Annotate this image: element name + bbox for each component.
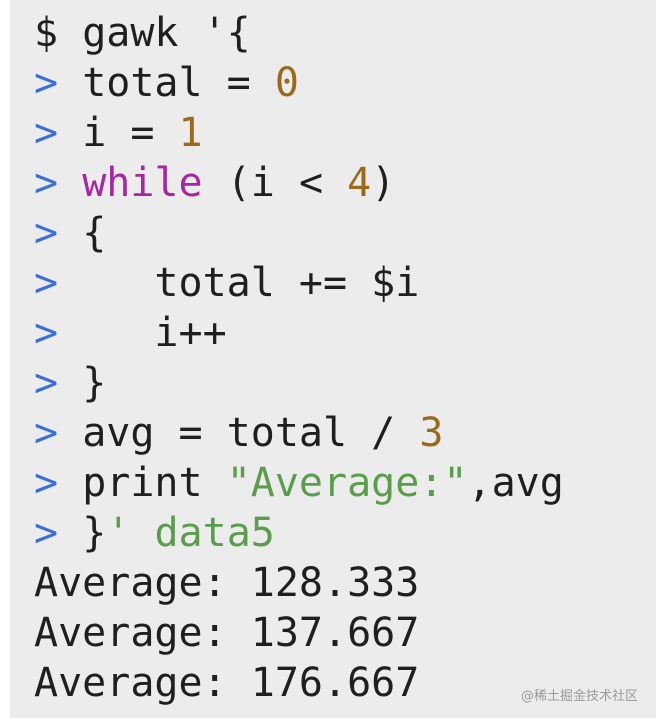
prompt-symbol: > xyxy=(34,460,59,506)
code-block: $ gawk '{> total = 0 > i = 1 > while (i < … xyxy=(34,8,564,708)
code-token: Average: 176.667 xyxy=(34,660,420,706)
code-token: ' data5 xyxy=(106,510,275,556)
code-token: } xyxy=(82,510,107,556)
terminal-window: $ gawk '{> total = 0 > i = 1 > while (i < … xyxy=(10,0,656,718)
command-line: > i = 1 xyxy=(34,108,564,158)
code-token: } xyxy=(82,360,107,406)
command-line: > { xyxy=(34,208,564,258)
command-line: > }' data5 xyxy=(34,508,564,558)
command-line: > i++ xyxy=(34,308,564,358)
prompt-symbol: > xyxy=(34,260,59,306)
prompt-symbol: > xyxy=(34,410,59,456)
command-line: > total = 0 xyxy=(34,58,564,108)
code-token: "Average:" xyxy=(226,460,468,506)
code-token: i++ xyxy=(82,310,227,356)
command-line: $ gawk '{ xyxy=(34,8,564,58)
output-line: Average: 128.333 xyxy=(34,558,564,608)
code-token: { xyxy=(82,210,107,256)
output-line: Average: 176.667 xyxy=(34,658,564,708)
prompt-symbol: > xyxy=(34,60,59,106)
code-token: avg = total / xyxy=(82,410,420,456)
command-line: > total += $i xyxy=(34,258,564,308)
code-token: while xyxy=(82,160,203,206)
code-token: Average: 128.333 xyxy=(34,560,420,606)
prompt-symbol: > xyxy=(34,360,59,406)
command-line: > print "Average:",avg xyxy=(34,458,564,508)
code-token: print xyxy=(82,460,227,506)
prompt-symbol: > xyxy=(34,160,59,206)
prompt-symbol: > xyxy=(34,310,59,356)
prompt-symbol: > xyxy=(34,510,59,556)
code-token: ,avg xyxy=(467,460,564,506)
prompt-symbol: > xyxy=(34,210,59,256)
command-line: > } xyxy=(34,358,564,408)
command-line: > avg = total / 3 xyxy=(34,408,564,458)
code-token: 3 xyxy=(419,410,444,456)
prompt-symbol: > xyxy=(34,110,59,156)
command-line: > while (i < 4) xyxy=(34,158,564,208)
code-token: i = xyxy=(82,110,179,156)
code-token: total = xyxy=(82,60,275,106)
prompt-symbol: $ xyxy=(34,10,59,56)
code-token: 4 xyxy=(347,160,372,206)
code-token: total += $i xyxy=(82,260,420,306)
code-token: Average: 137.667 xyxy=(34,610,420,656)
code-token: 1 xyxy=(178,110,203,156)
code-token: gawk '{ xyxy=(82,10,251,56)
code-token: (i < xyxy=(202,160,348,206)
watermark: @稀土掘金技术社区 xyxy=(520,689,638,704)
code-token: ) xyxy=(371,160,396,206)
output-line: Average: 137.667 xyxy=(34,608,564,658)
code-token: 0 xyxy=(274,60,299,106)
